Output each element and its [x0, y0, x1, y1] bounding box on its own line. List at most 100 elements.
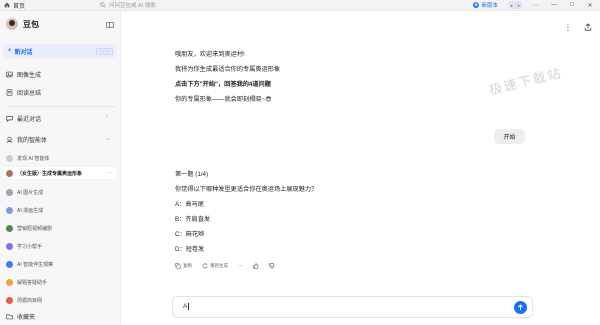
regenerate-button[interactable]: 重新生成 [202, 263, 228, 269]
agent-icon [6, 260, 13, 268]
agent-label: 周循商目网 [17, 297, 43, 304]
share-icon[interactable] [584, 23, 592, 31]
folder-icon [6, 314, 13, 320]
favorites-button[interactable]: 收藏夹 [6, 312, 35, 321]
more-icon[interactable]: ⋯ [238, 263, 243, 269]
copy-icon [175, 263, 181, 269]
account-menu[interactable]: ● ▾ [508, 1, 522, 9]
home-tab-label: 首页 [13, 3, 26, 10]
bot-intro-line: 你的专属形象——就会即刻揭晓~😎 [175, 96, 272, 103]
agent-item-olympic-avatar[interactable]: （女生版）生成专属奥运形象 ⋯ [3, 167, 117, 179]
agent-item-ai-companion[interactable]: AI 智能伴生观察 [6, 259, 53, 269]
new-chat-shortcut: Ctrl K [95, 47, 113, 55]
search-icon [100, 2, 106, 8]
user-message-bubble: 开始 [494, 129, 525, 144]
agent-icon [6, 169, 13, 177]
agent-item-video-writer[interactable]: 营销短视频编剧 [6, 223, 52, 233]
agent-label: AI 漫画生成 [17, 207, 44, 214]
agent-item-ai-comic[interactable]: AI 漫画生成 [6, 205, 43, 215]
brand-avatar [6, 18, 18, 30]
agent-label: 解题答疑助手 [17, 279, 48, 286]
send-button[interactable] [514, 301, 527, 314]
sidebar: 豆包 + 新对话 Ctrl K 图像生成 阅读总结 最近对话 › 我的智能体 ⌄… [0, 11, 121, 325]
arrow-up-icon [518, 304, 523, 310]
image-icon [6, 71, 13, 78]
new-version-button[interactable]: 新 新版本 [473, 1, 498, 9]
sidebar-item-label: 阅读总结 [17, 91, 42, 97]
chat-input-value: A [183, 303, 188, 311]
thumbs-up-icon[interactable] [252, 263, 259, 269]
chevron-down-icon: ⌄ [106, 136, 112, 142]
brand: 豆包 [6, 18, 39, 30]
agent-label: 发现 AI 智能体 [17, 155, 50, 162]
sidebar-item-label: 我的智能体 [17, 138, 48, 144]
global-search[interactable]: 问问豆包或 AI 搜索 [100, 1, 320, 9]
message-actions: 复制 重新生成 ⋯ [175, 263, 275, 269]
new-chat-button[interactable]: + 新对话 Ctrl K [3, 44, 116, 58]
agent-label: AI 智能伴生观察 [17, 261, 54, 268]
home-icon [4, 2, 10, 8]
maximize-button[interactable]: □ [568, 2, 576, 8]
thumbs-down-icon[interactable] [268, 263, 275, 269]
sidebar-item-label: 最近对话 [17, 117, 42, 123]
sidebar-divider [6, 106, 115, 107]
chevron-right-icon: › [106, 114, 108, 120]
agent-icon [6, 136, 13, 143]
sidebar-item-image-generation[interactable]: 图像生成 [6, 70, 41, 79]
more-icon[interactable]: ⋯ [108, 170, 113, 176]
copy-button[interactable]: 复制 [175, 263, 192, 269]
sidebar-item-reading-summary[interactable]: 阅读总结 [6, 88, 41, 97]
answer-option: B：齐肩直发 [175, 216, 211, 223]
sidebar-item-label: 图像生成 [17, 73, 42, 79]
agent-icon [6, 154, 13, 162]
copy-label: 复制 [183, 263, 192, 268]
chat-icon [6, 116, 13, 122]
agent-label: 学习小帮手 [17, 243, 43, 250]
home-tab[interactable]: 首页 [0, 1, 100, 10]
sidebar-collapse-icon[interactable] [106, 22, 114, 28]
agent-icon [6, 296, 13, 304]
agent-icon [6, 224, 13, 232]
user-icon: ● [510, 2, 513, 8]
bot-intro-line: 我将为你生成最适合你的专属奥运形象 [175, 66, 281, 73]
regenerate-label: 重新生成 [210, 263, 228, 268]
agent-item-problem-solver[interactable]: 解题答疑助手 [6, 277, 47, 287]
more-options-icon[interactable]: ⋮ [564, 23, 572, 32]
close-button[interactable]: ✕ [586, 2, 594, 9]
top-bar: 首页 问问豆包或 AI 搜索 新 新版本 ● ▾ ⋯ — □ ✕ [0, 0, 600, 11]
document-icon [6, 89, 13, 96]
window-more-button[interactable]: ⋯ [532, 2, 540, 9]
chat-panel: ⋮ 极速下载站 哦朋友，欢迎来到奥运村! 我将为你生成最适合你的专属奥运形象 点… [122, 11, 600, 325]
answer-option: C：麻花辫 [175, 231, 205, 238]
new-version-badge: 新 [473, 2, 480, 8]
agent-item-shop-news[interactable]: 周循商目网 [6, 295, 42, 305]
agent-label: （女生版）生成专属奥运形象 [17, 170, 83, 177]
watermark: 极速下载站 [487, 65, 564, 98]
agent-label: AI 图片生成 [17, 189, 44, 196]
bot-intro-line: 点击下方"开始"，回答我的4道问题 [175, 81, 271, 88]
answer-option: A：高马尾 [175, 201, 204, 208]
new-chat-label: 新对话 [14, 49, 33, 56]
chat-input[interactable]: A [172, 296, 533, 318]
brand-name: 豆包 [23, 19, 39, 29]
new-version-label: 新版本 [481, 3, 498, 9]
agent-icon [6, 278, 13, 286]
search-placeholder: 问问豆包或 AI 搜索 [109, 3, 156, 9]
refresh-icon [202, 263, 208, 269]
answer-option: D：短卷发 [175, 246, 205, 253]
agent-item-discover[interactable]: 发现 AI 智能体 [6, 153, 50, 163]
chat-input-field[interactable]: A [183, 303, 190, 311]
agent-item-study-helper[interactable]: 学习小帮手 [6, 241, 42, 251]
agent-icon [6, 188, 13, 196]
text-caret [188, 303, 190, 310]
sidebar-item-recent-chats[interactable]: 最近对话 [6, 114, 41, 123]
agent-icon [6, 242, 13, 250]
agent-item-ai-image[interactable]: AI 图片生成 [6, 187, 43, 197]
question-title: 第一题 (1/4) [175, 171, 209, 178]
sidebar-item-my-agents[interactable]: 我的智能体 [6, 135, 47, 144]
question-text: 你觉得以下哪种发型更适合你在奥运场上展现魅力？ [175, 186, 318, 193]
plus-icon: + [8, 48, 12, 54]
agent-icon [6, 206, 13, 214]
bot-intro-line: 哦朋友，欢迎来到奥运村! [175, 51, 245, 58]
minimize-button[interactable]: — [550, 2, 558, 8]
